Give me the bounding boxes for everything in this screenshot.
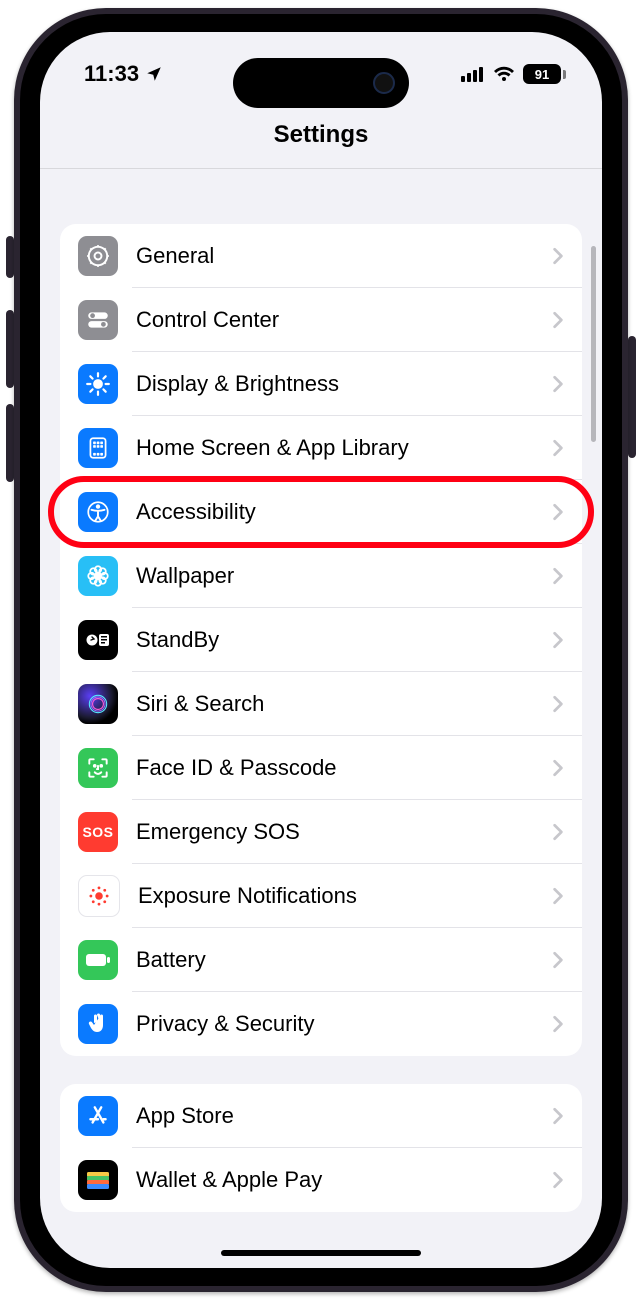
appstore-icon bbox=[78, 1096, 118, 1136]
accessibility-icon bbox=[78, 492, 118, 532]
row-control-center[interactable]: Control Center bbox=[60, 288, 582, 352]
row-battery[interactable]: Battery bbox=[60, 928, 582, 992]
row-siri-search[interactable]: Siri & Search bbox=[60, 672, 582, 736]
row-home-screen[interactable]: Home Screen & App Library bbox=[60, 416, 582, 480]
chevron-right-icon bbox=[552, 631, 564, 649]
status-time: 11:33 bbox=[84, 61, 139, 87]
row-standby[interactable]: StandBy bbox=[60, 608, 582, 672]
sos-text: SOS bbox=[82, 824, 113, 840]
row-label: App Store bbox=[136, 1103, 552, 1129]
row-app-store[interactable]: App Store bbox=[60, 1084, 582, 1148]
siri-icon bbox=[78, 684, 118, 724]
standby-icon bbox=[78, 620, 118, 660]
gear-icon bbox=[78, 236, 118, 276]
chevron-right-icon bbox=[552, 311, 564, 329]
navbar: Settings bbox=[40, 102, 602, 169]
row-label: General bbox=[136, 243, 552, 269]
row-display-brightness[interactable]: Display & Brightness bbox=[60, 352, 582, 416]
dynamic-island bbox=[233, 58, 409, 108]
chevron-right-icon bbox=[552, 951, 564, 969]
faceid-icon bbox=[78, 748, 118, 788]
row-wallpaper[interactable]: Wallpaper bbox=[60, 544, 582, 608]
battery-percent: 91 bbox=[535, 67, 549, 82]
grid-icon bbox=[78, 428, 118, 468]
chevron-right-icon bbox=[552, 695, 564, 713]
battery-icon: 91 bbox=[523, 64, 566, 84]
chevron-right-icon bbox=[552, 887, 564, 905]
row-label: Wallpaper bbox=[136, 563, 552, 589]
screen: 11:33 91 bbox=[40, 32, 602, 1268]
row-label: Wallet & Apple Pay bbox=[136, 1167, 552, 1193]
chevron-right-icon bbox=[552, 1015, 564, 1033]
row-label: Privacy & Security bbox=[136, 1011, 552, 1037]
row-label: Face ID & Passcode bbox=[136, 755, 552, 781]
row-privacy-security[interactable]: Privacy & Security bbox=[60, 992, 582, 1056]
row-emergency-sos[interactable]: SOS Emergency SOS bbox=[60, 800, 582, 864]
settings-group-1: General Control Center bbox=[60, 224, 582, 1056]
row-label: Display & Brightness bbox=[136, 371, 552, 397]
row-wallet-apple-pay[interactable]: Wallet & Apple Pay bbox=[60, 1148, 582, 1212]
sun-icon bbox=[78, 364, 118, 404]
chevron-right-icon bbox=[552, 439, 564, 457]
settings-group-2: App Store Wallet & Apple Pay bbox=[60, 1084, 582, 1212]
sos-icon: SOS bbox=[78, 812, 118, 852]
chevron-right-icon bbox=[552, 247, 564, 265]
exposure-icon bbox=[78, 875, 120, 917]
flower-icon bbox=[78, 556, 118, 596]
chevron-right-icon bbox=[552, 503, 564, 521]
wallet-icon bbox=[78, 1160, 118, 1200]
row-label: Siri & Search bbox=[136, 691, 552, 717]
row-label: Home Screen & App Library bbox=[136, 435, 552, 461]
row-label: Control Center bbox=[136, 307, 552, 333]
settings-list[interactable]: General Control Center bbox=[40, 168, 602, 1268]
row-label: Emergency SOS bbox=[136, 819, 552, 845]
row-accessibility[interactable]: Accessibility bbox=[60, 480, 582, 544]
location-icon bbox=[145, 65, 163, 83]
chevron-right-icon bbox=[552, 375, 564, 393]
row-label: Accessibility bbox=[136, 499, 552, 525]
page-title: Settings bbox=[274, 121, 369, 149]
phone-frame: 11:33 91 bbox=[14, 8, 628, 1292]
chevron-right-icon bbox=[552, 567, 564, 585]
chevron-right-icon bbox=[552, 759, 564, 777]
battery-row-icon bbox=[78, 940, 118, 980]
hand-icon bbox=[78, 1004, 118, 1044]
scroll-indicator[interactable] bbox=[591, 246, 596, 442]
row-label: StandBy bbox=[136, 627, 552, 653]
cellular-icon bbox=[461, 66, 485, 82]
row-exposure-notifications[interactable]: Exposure Notifications bbox=[60, 864, 582, 928]
row-faceid-passcode[interactable]: Face ID & Passcode bbox=[60, 736, 582, 800]
row-label: Battery bbox=[136, 947, 552, 973]
home-indicator[interactable] bbox=[221, 1250, 421, 1256]
toggles-icon bbox=[78, 300, 118, 340]
chevron-right-icon bbox=[552, 1171, 564, 1189]
chevron-right-icon bbox=[552, 1107, 564, 1125]
row-label: Exposure Notifications bbox=[138, 883, 552, 909]
wifi-icon bbox=[493, 66, 515, 82]
row-general[interactable]: General bbox=[60, 224, 582, 288]
chevron-right-icon bbox=[552, 823, 564, 841]
